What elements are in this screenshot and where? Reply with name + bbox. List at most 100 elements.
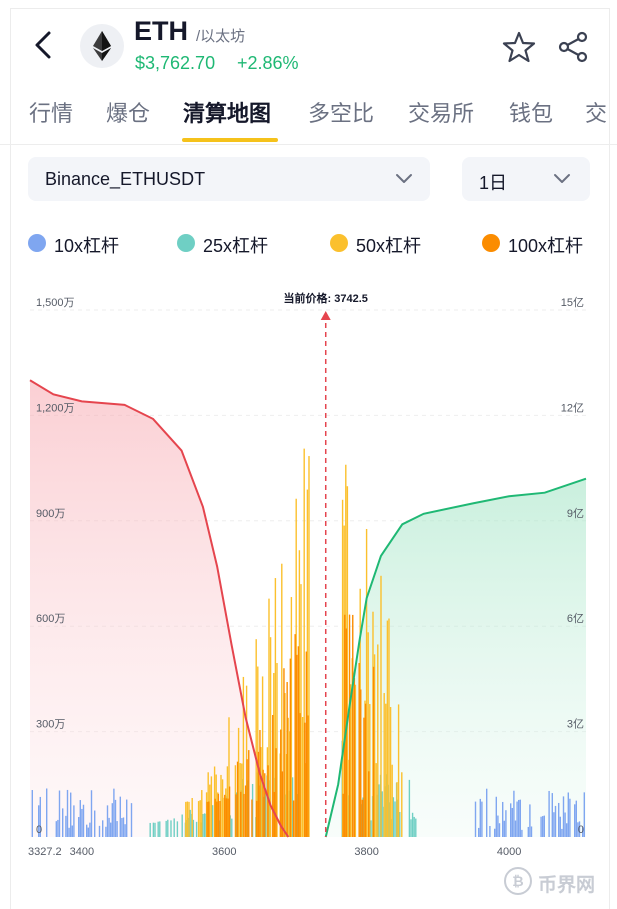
- liquidation-bar: [192, 819, 195, 837]
- liquidation-bar: [479, 798, 481, 837]
- y-right-tick-label: 12亿: [561, 401, 584, 414]
- liquidation-bar: [575, 800, 577, 837]
- liquidation-bar: [378, 784, 380, 837]
- liquidation-bar: [364, 703, 367, 837]
- liquidation-bar: [201, 790, 203, 837]
- liquidation-bar: [566, 823, 568, 837]
- liquidation-bar: [188, 801, 190, 837]
- liquidation-bar: [561, 828, 563, 837]
- liquidation-bar: [386, 620, 389, 837]
- liquidation-bar: [283, 668, 285, 837]
- liquidation-bar: [530, 826, 533, 837]
- interval-select[interactable]: 1日: [462, 157, 590, 201]
- active-tab-indicator: [182, 138, 278, 142]
- liquidation-bar: [489, 825, 491, 837]
- legend-label-100x: 100x杠杆: [508, 236, 584, 256]
- y-right-tick-label: 3亿: [567, 718, 584, 731]
- liquidation-bar: [122, 817, 125, 837]
- liquidation-map-chart[interactable]: 0 300万 600万 900万 1,200万 1,500万 0 3亿 6亿 9亿 12亿 15亿 33…: [0, 280, 617, 860]
- liquidation-bar: [392, 797, 395, 837]
- tab-market[interactable]: 行情: [29, 96, 73, 128]
- market-select[interactable]: Binance_ETHUSDT: [28, 157, 430, 201]
- liquidation-bar: [513, 790, 515, 837]
- liquidation-bar: [130, 803, 133, 837]
- liquidation-bar: [98, 825, 101, 837]
- liquidation-bar: [216, 801, 218, 837]
- tab-overflow[interactable]: 交: [585, 96, 607, 128]
- liquidation-bar: [292, 800, 295, 837]
- liquidation-bar: [71, 825, 73, 837]
- y-right-tick-label: 15亿: [561, 296, 584, 309]
- liquidation-bar: [551, 793, 553, 837]
- liquidation-bar: [553, 812, 555, 837]
- liquidation-bar: [199, 800, 201, 837]
- liquidation-bar: [542, 816, 544, 837]
- liquidation-bar: [521, 829, 523, 837]
- liquidation-bar: [227, 798, 229, 837]
- watermark-text: 币界网: [538, 875, 596, 896]
- liquidation-bar: [540, 816, 542, 837]
- liquidation-bar: [210, 776, 213, 837]
- liquidation-bar: [62, 808, 64, 837]
- liquidation-bar: [413, 816, 415, 837]
- price-change: +2.86%: [237, 53, 299, 73]
- x-tick-label: 4000: [497, 846, 521, 858]
- liquidation-bar: [87, 827, 89, 837]
- coin-price: $3,762.70: [135, 53, 216, 73]
- liquidation-bar: [173, 818, 175, 837]
- liquidation-bar: [352, 614, 354, 837]
- header: ETH /以太坊 $3,762.70 +2.86%: [0, 0, 617, 84]
- liquidation-bar: [574, 804, 576, 837]
- tab-liquidations[interactable]: 爆仓: [106, 96, 150, 128]
- liquidation-bar: [558, 802, 560, 837]
- tab-wallet[interactable]: 钱包: [509, 96, 553, 128]
- liquidation-bar: [119, 796, 121, 837]
- liquidation-bar: [231, 818, 233, 837]
- liquidation-bar: [510, 803, 512, 837]
- svg-text:₿: ₿: [512, 873, 523, 889]
- liquidation-bar: [348, 614, 351, 837]
- legend-swatch-10x: [28, 234, 46, 252]
- liquidation-bar: [197, 801, 200, 837]
- favorite-star-icon[interactable]: [502, 30, 536, 64]
- y-right-tick-label: 6亿: [567, 612, 584, 625]
- liquidation-bar: [113, 788, 115, 837]
- liquidation-bar: [70, 792, 72, 837]
- liquidation-bar: [58, 790, 61, 837]
- tab-long-short-ratio[interactable]: 多空比: [308, 96, 374, 128]
- liquidation-bar: [527, 826, 529, 837]
- liquidation-bar: [167, 819, 169, 837]
- liquidation-bar: [57, 819, 59, 837]
- liquidation-bar: [152, 822, 155, 837]
- legend-label-10x: 10x杠杆: [54, 236, 120, 256]
- legend-swatch-100x: [482, 234, 500, 252]
- liquidation-bar: [251, 799, 253, 837]
- tab-exchanges[interactable]: 交易所: [408, 96, 474, 128]
- liquidation-bar: [494, 828, 496, 837]
- liquidation-bar: [211, 805, 214, 837]
- liquidation-bar: [191, 798, 193, 837]
- y-right-tick-label: 9亿: [567, 507, 584, 520]
- ethereum-icon: [93, 31, 111, 61]
- share-icon[interactable]: [556, 30, 590, 64]
- liquidation-bar: [235, 794, 237, 837]
- liquidation-bar: [505, 810, 507, 837]
- liquidation-bar: [516, 801, 518, 837]
- liquidation-bar: [31, 790, 33, 837]
- liquidation-bar: [214, 798, 216, 837]
- back-icon[interactable]: [30, 28, 56, 62]
- liquidation-bar: [246, 759, 248, 837]
- liquidation-bar: [280, 729, 282, 837]
- liquidation-bar: [399, 812, 401, 837]
- liquidation-bar: [116, 821, 118, 837]
- liquidation-bar: [377, 644, 379, 837]
- legend-label-50x: 50x杠杆: [356, 236, 422, 256]
- tab-liquidation-map[interactable]: 清算地图: [183, 96, 271, 128]
- liquidation-bar: [411, 812, 414, 837]
- chevron-down-icon: [396, 174, 412, 183]
- y-left-tick-label: 1,500万: [36, 297, 75, 309]
- market-select-value: Binance_ETHUSDT: [45, 169, 206, 189]
- liquidation-bar: [111, 803, 113, 837]
- liquidation-bar: [225, 798, 228, 837]
- liquidation-bar: [108, 817, 110, 837]
